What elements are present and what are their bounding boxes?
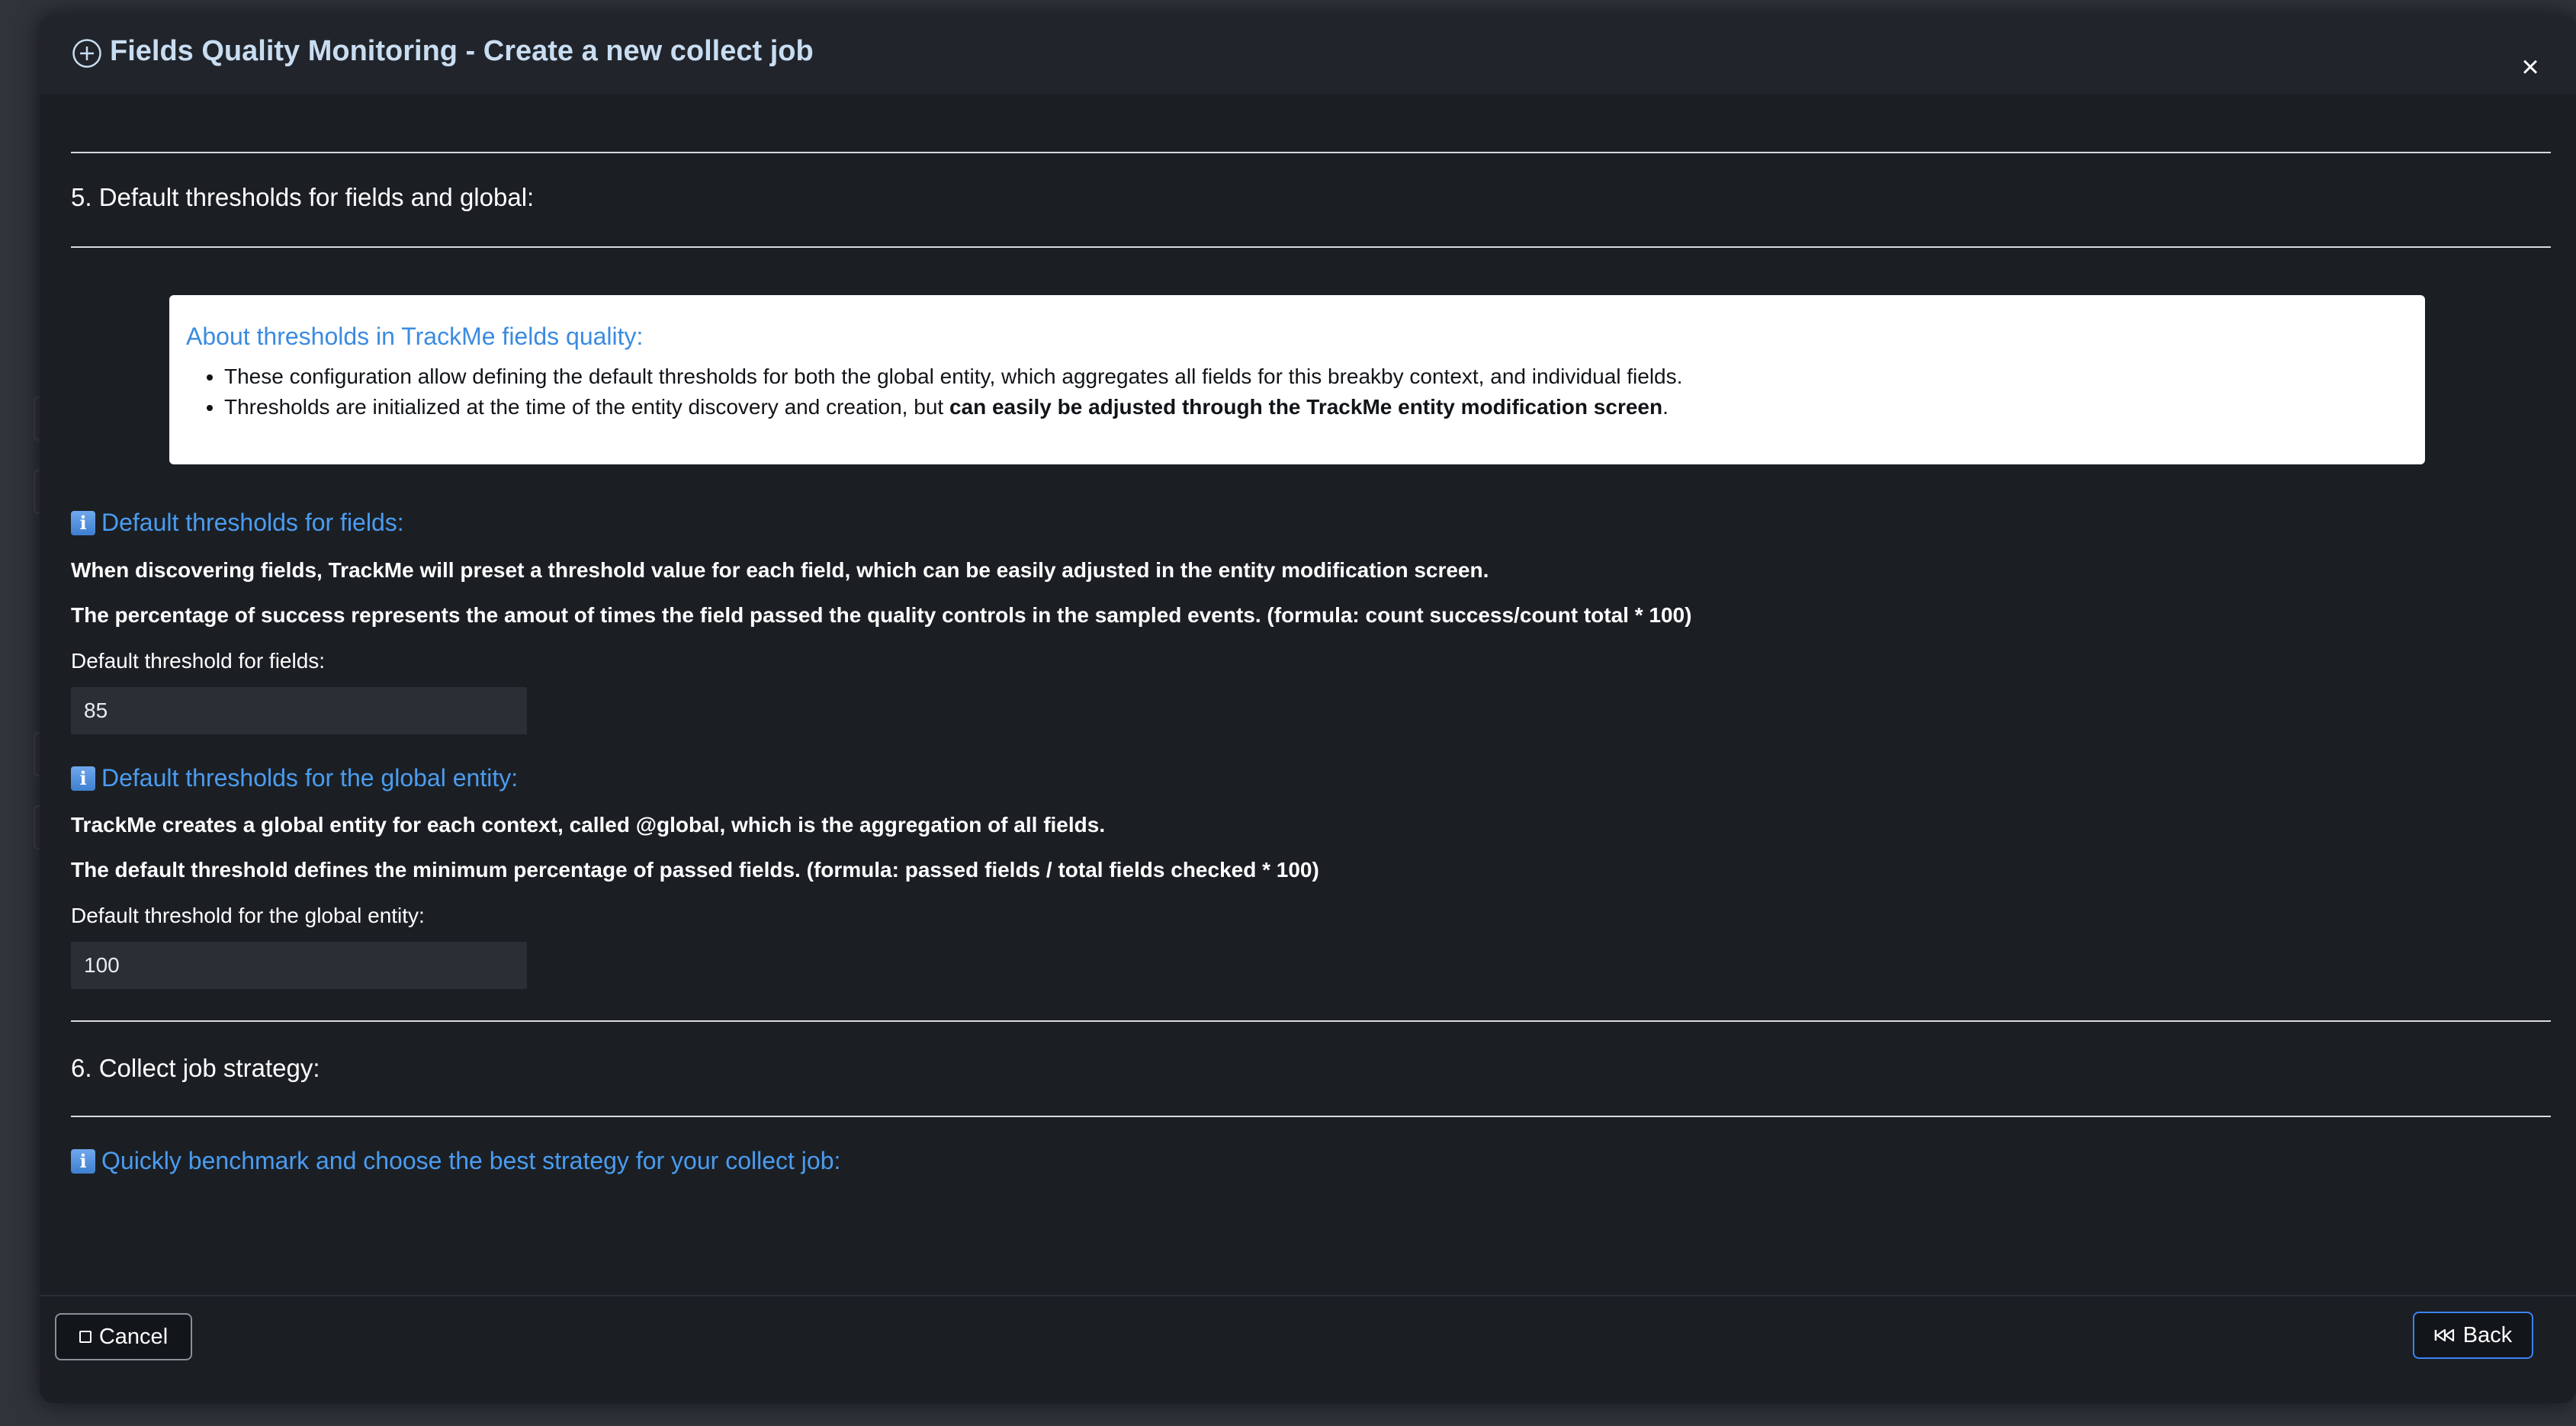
list-item-bold-text: can easily be adjusted through the Track… <box>949 395 1663 419</box>
modal-title: Fields Quality Monitoring - Create a new… <box>110 35 814 67</box>
list-item: Thresholds are initialized at the time o… <box>224 395 2408 419</box>
fields-thresholds-heading: Default thresholds for fields: <box>71 509 404 537</box>
section-5-heading: 5. Default thresholds for fields and glo… <box>71 183 535 211</box>
plus-circle-icon <box>72 39 101 68</box>
strategy-heading: Quickly benchmark and choose the best st… <box>71 1147 840 1175</box>
divider <box>71 1020 2551 1022</box>
list-item: These configuration allow defining the d… <box>224 365 2408 389</box>
footer-divider <box>40 1295 2576 1296</box>
about-thresholds-list: These configuration allow defining the d… <box>186 365 2408 419</box>
about-thresholds-title: About thresholds in TrackMe fields quali… <box>186 323 644 350</box>
fields-threshold-label: Default threshold for fields: <box>71 649 326 673</box>
cancel-button-label: Cancel <box>98 1324 169 1349</box>
info-icon <box>71 766 95 791</box>
divider <box>71 1116 2551 1117</box>
divider <box>71 152 2551 153</box>
strategy-heading-text: Quickly benchmark and choose the best st… <box>101 1147 841 1174</box>
divider <box>71 246 2551 248</box>
fields-thresholds-desc-1: When discovering fields, TrackMe will pr… <box>71 558 1489 582</box>
modal-body: 5. Default thresholds for fields and glo… <box>40 95 2576 1311</box>
cancel-button[interactable]: Cancel <box>55 1313 192 1360</box>
fields-threshold-input[interactable] <box>71 687 527 734</box>
info-icon <box>71 1148 95 1174</box>
global-thresholds-heading: Default thresholds for the global entity… <box>71 764 518 792</box>
list-item-text: Thresholds are initialized at the time o… <box>224 395 949 419</box>
info-icon <box>71 510 95 535</box>
section-6-heading: 6. Collect job strategy: <box>71 1054 320 1082</box>
global-threshold-label: Default threshold for the global entity: <box>71 904 425 927</box>
modal-header: Fields Quality Monitoring - Create a new… <box>40 15 2576 95</box>
global-thresholds-heading-text: Default thresholds for the global entity… <box>101 764 519 792</box>
global-thresholds-desc-2: The default threshold defines the minimu… <box>71 858 1319 882</box>
about-thresholds-box: About thresholds in TrackMe fields quali… <box>169 295 2425 464</box>
list-item-text-suffix: . <box>1662 395 1669 419</box>
global-threshold-input[interactable] <box>71 942 527 989</box>
global-thresholds-desc-1: TrackMe creates a global entity for each… <box>71 813 1106 837</box>
back-button[interactable]: Back <box>2413 1312 2533 1359</box>
fields-thresholds-desc-2: The percentage of success represents the… <box>71 603 1692 627</box>
square-icon <box>79 1331 92 1343</box>
fields-thresholds-heading-text: Default thresholds for fields: <box>101 509 404 536</box>
create-collect-job-modal: Fields Quality Monitoring - Create a new… <box>40 15 2576 1403</box>
close-button[interactable]: × <box>2515 52 2545 82</box>
rewind-icon <box>2434 1328 2456 1343</box>
back-button-label: Back <box>2462 1322 2513 1347</box>
